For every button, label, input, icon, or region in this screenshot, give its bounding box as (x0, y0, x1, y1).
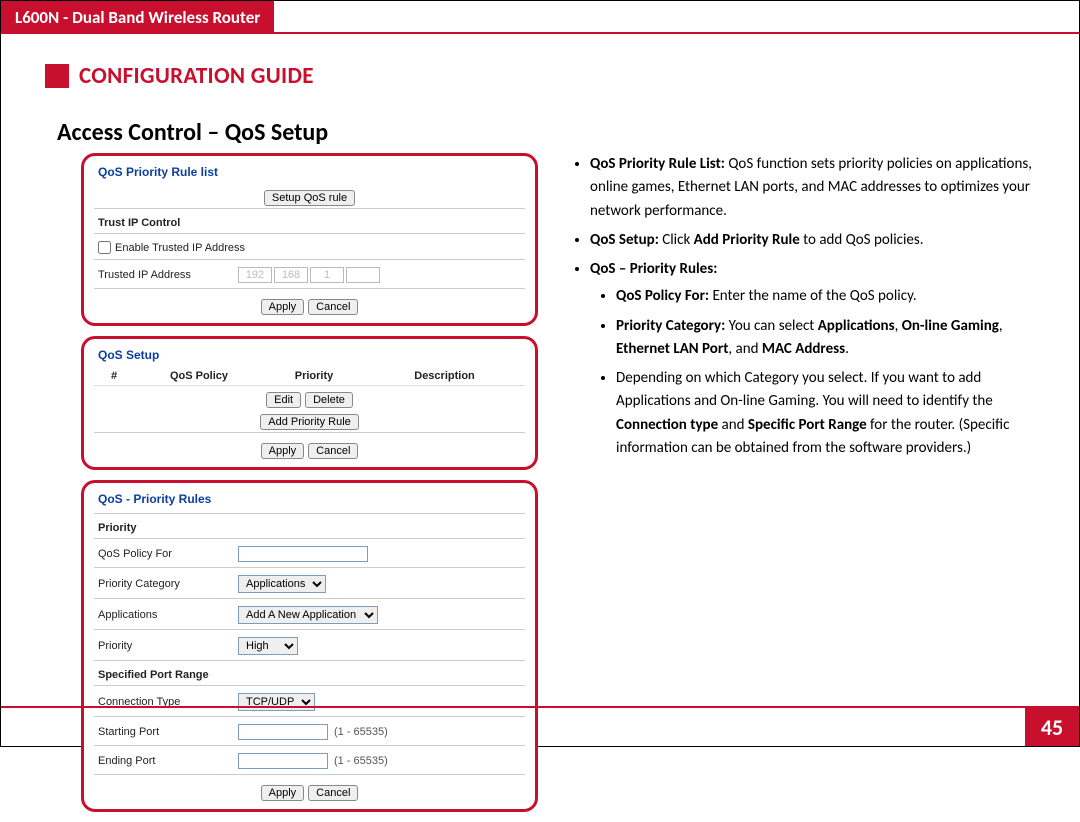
enable-trusted-ip-checkbox[interactable] (98, 241, 111, 254)
setup-qos-rule-button[interactable]: Setup QoS rule (264, 190, 355, 206)
panel3-title: QoS - Priority Rules (94, 489, 525, 511)
ending-port-hint: (1 - 65535) (334, 755, 388, 767)
ending-port-input[interactable] (238, 753, 328, 769)
applications-label: Applications (98, 609, 238, 621)
starting-port-input[interactable] (238, 724, 328, 740)
policy-for-label: QoS Policy For (98, 548, 238, 560)
add-priority-rule-button[interactable]: Add Priority Rule (260, 414, 359, 430)
starting-port-label: Starting Port (98, 726, 238, 738)
priority-label: Priority (98, 640, 238, 652)
delete-button[interactable]: Delete (305, 392, 353, 408)
edit-button[interactable]: Edit (266, 392, 301, 408)
document-title: L600N - Dual Band Wireless Router (15, 7, 260, 28)
page-number: 45 (1025, 708, 1079, 746)
document-title-band: L600N - Dual Band Wireless Router (1, 1, 274, 34)
guide-heading: CONFIGURATION GUIDE (45, 62, 1079, 90)
col-num: # (94, 370, 134, 382)
panel3-cancel-button[interactable]: Cancel (308, 785, 358, 801)
panel2-apply-button[interactable]: Apply (261, 443, 305, 459)
ending-port-label: Ending Port (98, 755, 238, 767)
qos-rule-list-panel: QoS Priority Rule list Setup QoS rule Tr… (81, 153, 538, 326)
panel2-cancel-button[interactable]: Cancel (308, 443, 358, 459)
enable-trusted-ip-label: Enable Trusted IP Address (115, 242, 245, 254)
priority-category-label: Priority Category (98, 578, 238, 590)
applications-select[interactable]: Add A New Application (238, 606, 378, 624)
ip-segment-3[interactable] (310, 267, 344, 283)
qos-priority-rules-panel: QoS - Priority Rules Priority QoS Policy… (81, 480, 538, 812)
port-range-subheader: Specified Port Range (94, 665, 525, 683)
col-priority: Priority (264, 370, 364, 382)
trust-ip-header: Trust IP Control (94, 213, 525, 231)
col-policy: QoS Policy (134, 370, 264, 382)
priority-select[interactable]: High (238, 637, 298, 655)
qos-setup-panel: QoS Setup # QoS Policy Priority Descript… (81, 336, 538, 470)
guide-heading-square-icon (45, 64, 69, 88)
starting-port-hint: (1 - 65535) (334, 726, 388, 738)
description-text: QoS Priority Rule List: QoS function set… (538, 153, 1035, 822)
priority-subheader: Priority (94, 518, 525, 536)
panel1-apply-button[interactable]: Apply (261, 299, 305, 315)
priority-category-select[interactable]: Applications (238, 575, 326, 593)
panel2-title: QoS Setup (94, 345, 525, 367)
section-title: Access Control – QoS Setup (57, 118, 1079, 147)
ip-segment-4[interactable] (346, 267, 380, 283)
connection-type-select[interactable]: TCP/UDP (238, 693, 315, 711)
bottom-divider (1, 706, 1079, 708)
guide-heading-text: CONFIGURATION GUIDE (79, 62, 314, 90)
ip-segment-1[interactable] (238, 267, 272, 283)
panel3-apply-button[interactable]: Apply (261, 785, 305, 801)
panel1-cancel-button[interactable]: Cancel (308, 299, 358, 315)
col-desc: Description (364, 370, 525, 382)
trusted-ip-label: Trusted IP Address (98, 269, 238, 281)
ip-segment-2[interactable] (274, 267, 308, 283)
panel1-title: QoS Priority Rule list (94, 162, 525, 184)
policy-for-input[interactable] (238, 546, 368, 562)
